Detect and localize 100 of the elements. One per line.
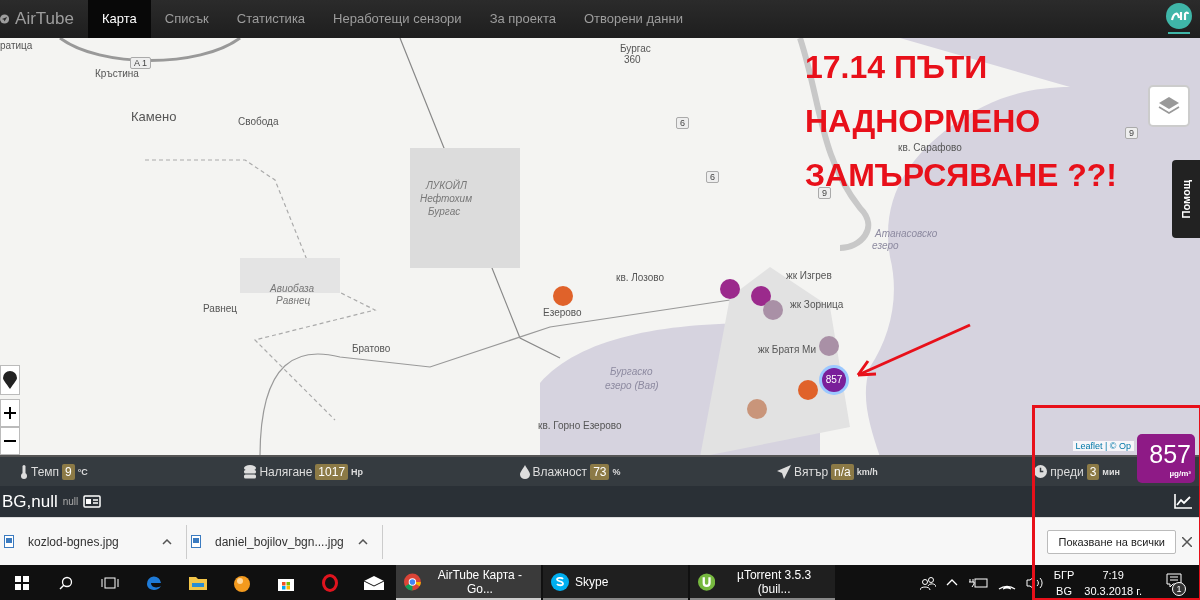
map-label: Равнец <box>203 302 238 314</box>
nav-tab[interactable]: Неработещи сензори <box>319 0 476 38</box>
app-icon[interactable] <box>233 573 251 592</box>
download-file-name[interactable]: kozlod-bgnes.jpg <box>28 534 148 549</box>
map-label: Кръстина <box>95 67 139 79</box>
map-label: жк Изгрев <box>786 269 832 281</box>
sensor-label: Вятър <box>794 464 829 479</box>
clock-time[interactable]: 7:19 <box>1102 566 1124 583</box>
paper-plane-icon <box>0 11 10 26</box>
image-file-icon <box>191 535 201 549</box>
sensor-cluster[interactable]: 857 <box>822 367 846 392</box>
speaker-icon[interactable] <box>1025 575 1044 590</box>
marker-button[interactable] <box>0 364 20 395</box>
help-tab[interactable]: Помощ <box>1172 159 1200 238</box>
nav-tab[interactable]: Списък <box>150 0 223 38</box>
nav-tab[interactable]: Карта <box>88 0 151 38</box>
taskbar-app-button[interactable]: AirTube Карта - Go... <box>396 565 541 600</box>
taskbar-app-button[interactable]: µTorrent 3.5.3 (buil... <box>690 565 835 600</box>
map-label: Авиобаза <box>270 282 315 294</box>
map-label: жк Зорница <box>790 298 844 310</box>
pollution-reading: 857 µg/m³ <box>1137 434 1195 483</box>
zoom-in-button[interactable] <box>0 398 20 427</box>
sensor-label: Темп <box>31 464 60 479</box>
annotation-text: 17.14 ПЪТИ <box>805 49 989 84</box>
map-label: 360 <box>624 53 641 65</box>
sensor-value: 3 <box>1086 463 1100 480</box>
sensor-marker[interactable] <box>553 285 573 306</box>
sensor-value: 9 <box>62 463 75 480</box>
road-sign: 9 <box>818 186 831 199</box>
map-label: Камено <box>131 108 177 124</box>
database-icon <box>244 464 257 479</box>
road-sign: A 1 <box>130 56 151 69</box>
caret-up-icon[interactable] <box>357 538 368 545</box>
sensor-unit: мин <box>1102 466 1120 477</box>
map-label: езеро (Вая) <box>605 379 659 391</box>
sensor-unit: °C <box>77 466 88 477</box>
map-label: Бургас <box>428 205 461 217</box>
opera-icon[interactable] <box>322 573 338 592</box>
map-label: жк Братя Ми <box>758 343 816 355</box>
sensor-unit: km/h <box>856 466 878 477</box>
notification-count: 1 <box>1172 582 1186 596</box>
people-icon[interactable] <box>919 575 936 590</box>
map-pin-icon <box>3 370 17 389</box>
language-indicator[interactable]: BG <box>1056 582 1072 599</box>
sensor-label: Налягане <box>259 464 313 479</box>
language-indicator[interactable]: БГР <box>1053 566 1075 583</box>
map-label: Бургас <box>620 42 651 54</box>
annotation-text: НАДНОРМЕНО <box>805 103 1042 138</box>
nav-tab[interactable]: Отворени данни <box>569 0 697 38</box>
map-label: Нефтохим <box>420 192 472 204</box>
sensor-value: 73 <box>590 463 610 480</box>
map-attribution[interactable]: Leaflet | © Op <box>1072 440 1134 451</box>
map-label: Равнец <box>276 294 311 306</box>
zoom-out-button[interactable] <box>0 426 20 455</box>
clock-icon <box>1034 465 1048 478</box>
sensor-value: n/a <box>831 463 854 480</box>
map-label: Братово <box>352 342 391 354</box>
battery-icon[interactable] <box>967 576 988 589</box>
map-label: кв. Горно Езерово <box>538 419 622 431</box>
road-sign: 6 <box>706 170 719 183</box>
sensor-unit: Hp <box>351 466 364 477</box>
map-label: кв. Лозово <box>616 271 665 283</box>
chart-icon[interactable] <box>1174 494 1192 510</box>
map-label: кв. Сарафово <box>898 141 962 153</box>
layers-button[interactable] <box>1148 84 1190 127</box>
layers-icon <box>1157 94 1181 117</box>
map-label: ЛУКОЙЛ <box>426 179 467 191</box>
download-file-name[interactable]: daniel_bojilov_bgn....jpg <box>215 534 344 549</box>
brand-name[interactable]: AirTube <box>15 8 74 29</box>
folder-icon[interactable] <box>189 575 207 590</box>
nav-tab[interactable]: За проекта <box>475 0 570 38</box>
search-icon[interactable] <box>59 575 73 590</box>
nav-tab[interactable]: Статистика <box>222 0 320 38</box>
caret-up-icon[interactable] <box>162 538 172 545</box>
sensor-marker[interactable] <box>720 278 740 299</box>
sensor-value: 1017 <box>315 463 349 480</box>
thermometer-icon <box>20 464 28 479</box>
close-icon[interactable] <box>1182 536 1192 547</box>
task-view-icon[interactable] <box>101 576 119 589</box>
id-card-icon <box>83 495 102 509</box>
mail-icon[interactable] <box>364 575 384 590</box>
map-label: Атанасовско <box>875 227 938 239</box>
map-label: ратица <box>0 39 33 51</box>
sensor-unit: % <box>612 466 621 477</box>
logo-icon <box>1164 2 1194 36</box>
chevron-up-icon[interactable] <box>945 579 958 586</box>
station-subtitle: null <box>62 496 79 508</box>
station-name: BG,null <box>2 491 58 512</box>
map-label: Свобода <box>238 115 279 127</box>
plus-icon <box>4 406 16 419</box>
sensor-label: Влажност <box>532 464 588 479</box>
sensor-label: преди <box>1050 464 1084 479</box>
taskbar-app-button[interactable]: Skype <box>543 565 688 600</box>
notification-icon[interactable] <box>1166 573 1182 588</box>
drop-icon <box>519 464 530 479</box>
map-label: езеро <box>872 239 899 251</box>
windows-icon[interactable] <box>15 575 29 590</box>
road-sign: 6 <box>676 116 689 129</box>
clock-date[interactable]: 30.3.2018 г. <box>1084 582 1142 599</box>
show-all-button[interactable]: Показване на всички <box>1047 529 1176 554</box>
